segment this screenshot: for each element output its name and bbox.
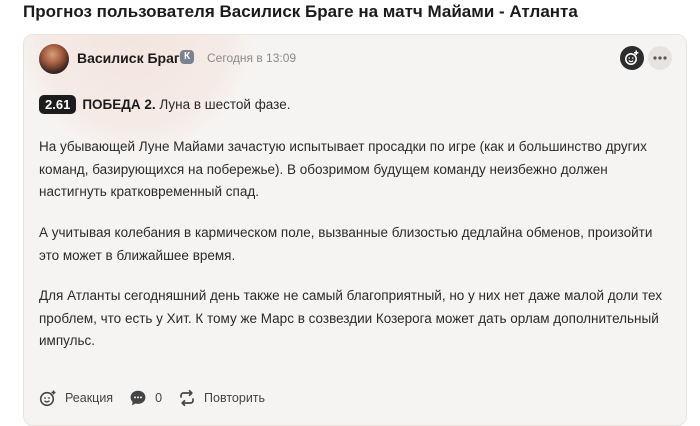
repost-arrows-icon (180, 389, 194, 407)
paragraph-3: Для Атланты сегодняшний день также не са… (39, 288, 663, 348)
reaction-button[interactable]: Реакция (39, 389, 113, 407)
prediction-note: Луна в шестой фазе. (159, 97, 291, 112)
page-title: Прогноз пользователя Василиск Браге на м… (23, 2, 578, 21)
post-time: Сегодня в 13:09 (207, 51, 297, 65)
comments-button[interactable]: 0 (129, 389, 162, 407)
post-actions: Реакция 0 Повторить (39, 387, 281, 409)
paragraph-1: На убывающей Луне Майами зачастую испыты… (39, 139, 647, 199)
odds-badge: 2.61 (39, 95, 77, 114)
repost-label: Повторить (204, 391, 266, 405)
repost-button[interactable]: Повторить (178, 389, 265, 407)
more-options-icon (653, 56, 667, 60)
author-name[interactable]: Василиск Браге (77, 49, 188, 67)
prediction-outcome: ПОБЕДА 2. (82, 97, 156, 112)
reaction-smile-icon (39, 390, 56, 407)
comments-count: 0 (155, 391, 163, 405)
avatar[interactable] (39, 44, 69, 74)
paragraph-2: А учитывая колебания в кармическом поле,… (39, 225, 653, 263)
author-badge: К (180, 50, 194, 64)
add-reaction-icon (625, 50, 639, 65)
prediction-line: 2.61 ПОБЕДА 2. Луна в шестой фазе. (39, 94, 669, 117)
prediction-card: Василиск Браге К Сегодня в 13:09 2.61 ПОБ… (23, 34, 687, 426)
comment-bubble-icon (130, 390, 146, 406)
reaction-label: Реакция (65, 391, 114, 405)
add-reaction-button[interactable] (620, 46, 644, 70)
more-options-button[interactable] (648, 46, 672, 70)
